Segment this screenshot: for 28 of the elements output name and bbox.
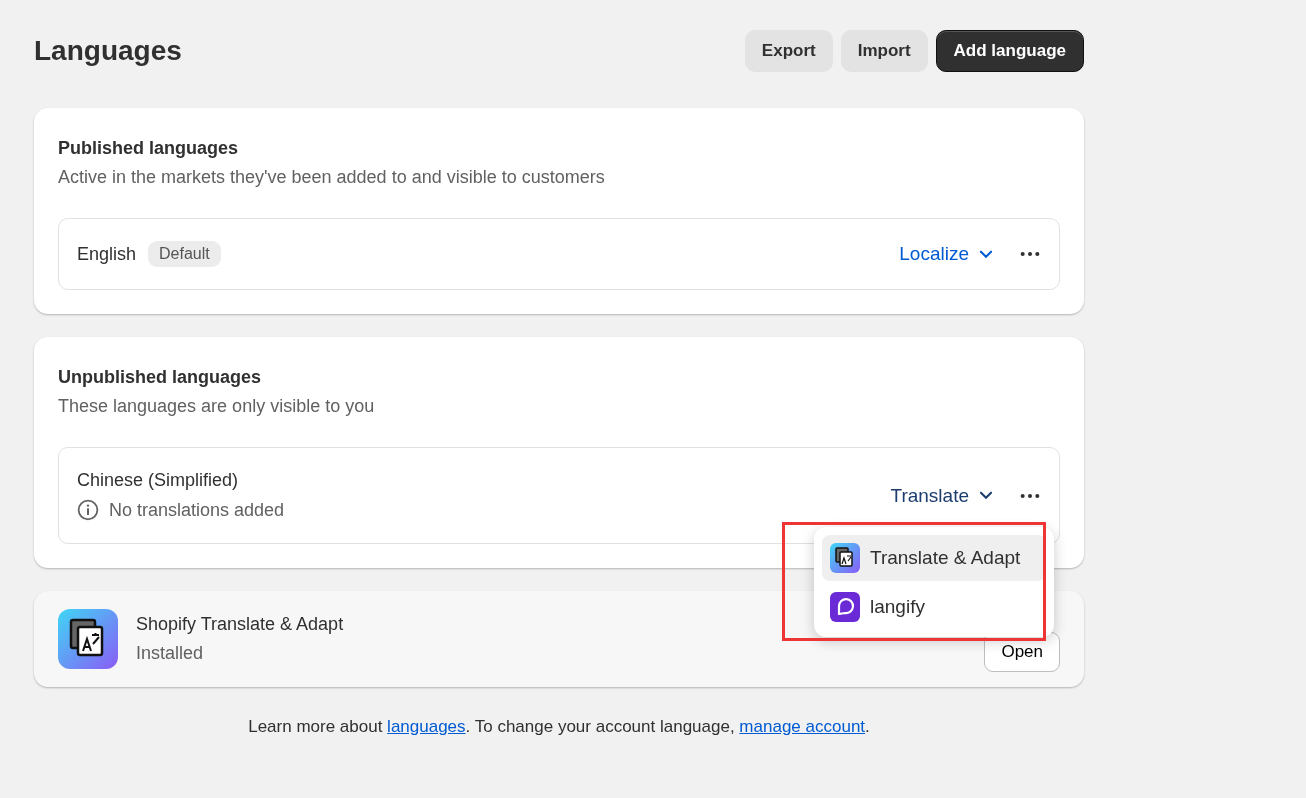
chevron-down-icon [979,491,993,500]
more-icon[interactable] [1019,251,1041,257]
header-button[interactable]: Add language [935,30,1084,72]
action-dropdown[interactable]: Localize [899,243,993,265]
language-name: Chinese (Simplified) [77,470,239,491]
app-name: Shopify Translate & Adapt [136,614,344,635]
header-button[interactable]: Import [840,30,928,72]
section-title: Unpublished languages [58,367,263,388]
translate-app-icon [58,609,118,669]
footer-text: Learn more about languages. To change your account language, manage account. [247,717,871,737]
default-badge: Default [148,241,221,267]
manage-account-link[interactable]: manage account [739,717,866,736]
action-dropdown[interactable]: Translate [890,484,993,507]
chevron-down-icon [979,249,993,259]
more-icon[interactable] [1019,492,1041,499]
section-title: Published languages [58,138,240,159]
header-button[interactable]: Export [744,30,833,72]
page-title: Languages [34,35,182,67]
language-name: English [77,243,137,265]
section-description: These languages are only visible to you [58,396,376,417]
info-icon [77,499,99,521]
section-description: Active in the markets they've been added to and visible to customers [58,167,606,188]
languages-link[interactable]: languages [387,717,466,736]
app-status: Installed [136,643,204,664]
translate-app-icon [830,543,860,573]
status-note: No translations added [109,499,285,521]
menu-item[interactable]: Translate & Adapt [822,535,1046,581]
speech-bubble-app-icon [830,592,860,622]
